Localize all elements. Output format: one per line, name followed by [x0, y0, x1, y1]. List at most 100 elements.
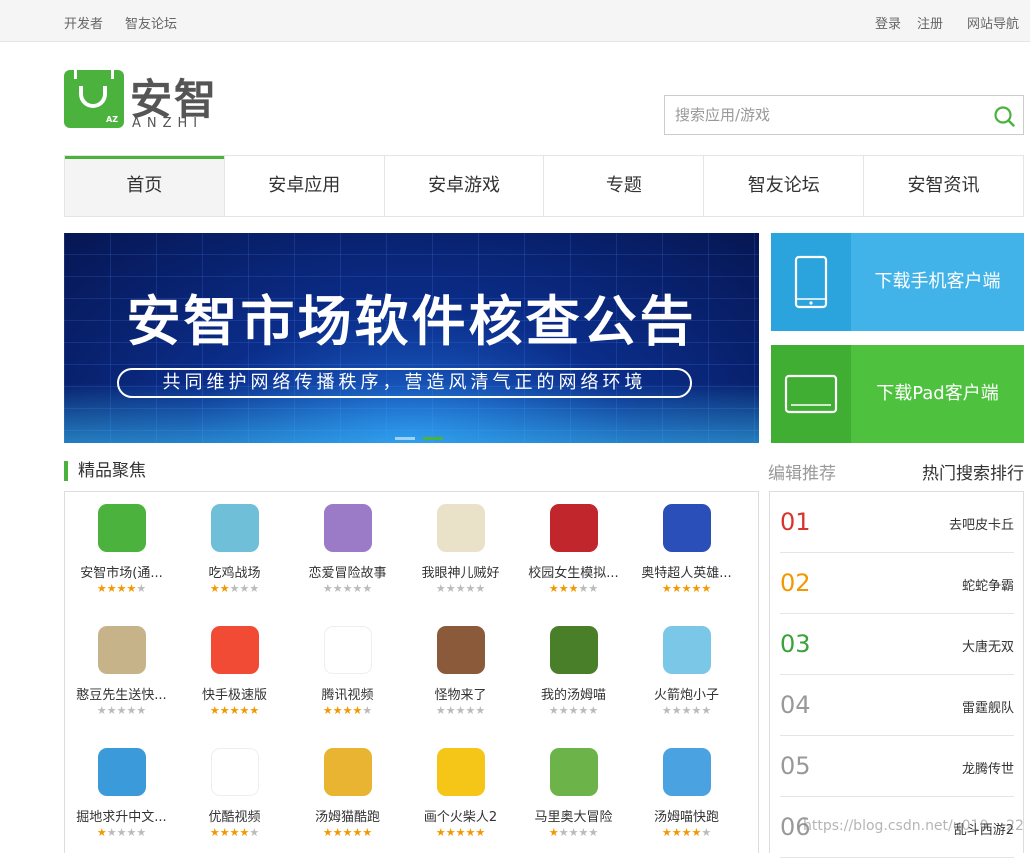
ranking-name[interactable]: 蛇蛇争霸	[962, 575, 1014, 594]
tab-home[interactable]: 首页	[65, 156, 224, 216]
ranking-name[interactable]: 大唐无双	[962, 636, 1014, 655]
app-card[interactable]: 画个火柴人2 ★★★★★	[404, 736, 517, 846]
love-story-icon[interactable]	[324, 504, 372, 552]
carousel-dot-active[interactable]	[423, 437, 443, 440]
app-name[interactable]: 校园女生模拟...	[517, 562, 630, 581]
app-name[interactable]: 怪物来了	[404, 684, 517, 703]
app-card[interactable]: 怪物来了 ★★★★★	[404, 614, 517, 724]
app-card[interactable]: 我的汤姆喵 ★★★★★	[517, 614, 630, 724]
rating-star: ★	[455, 582, 466, 595]
tab-android-games[interactable]: 安卓游戏	[383, 156, 544, 216]
banner-carousel[interactable]: 安智市场软件核查公告 共同维护网络传播秩序，营造风清气正的网络环境	[64, 233, 759, 443]
site-nav-link[interactable]: 网站导航	[967, 13, 1019, 32]
app-card[interactable]: 掘地求升中文... ★★★★★	[65, 736, 178, 846]
app-card[interactable]: 吃鸡战场 ★★★★★	[178, 492, 291, 602]
app-name[interactable]: 恋爱冒险故事	[291, 562, 404, 581]
school-girl-icon[interactable]	[550, 504, 598, 552]
rating-star: ★	[362, 704, 373, 717]
tom-gold-run-icon[interactable]	[324, 748, 372, 796]
rating-star: ★	[671, 582, 682, 595]
anzhi-market-icon[interactable]	[98, 504, 146, 552]
app-name[interactable]: 火箭炮小子	[630, 684, 743, 703]
app-name[interactable]: 我的汤姆喵	[517, 684, 630, 703]
mr-bean-icon[interactable]	[98, 626, 146, 674]
app-card[interactable]: 优酷视频 ★★★★★	[178, 736, 291, 846]
tab-editor-picks[interactable]: 编辑推荐	[768, 459, 836, 484]
youku-icon[interactable]	[211, 748, 259, 796]
magnifier-game-icon[interactable]	[437, 504, 485, 552]
tencent-video-icon[interactable]	[324, 626, 372, 674]
forum-link[interactable]: 智友论坛	[125, 13, 177, 32]
tab-forum[interactable]: 智友论坛	[703, 156, 863, 216]
tab-topics[interactable]: 专题	[543, 156, 703, 216]
monster-icon[interactable]	[437, 626, 485, 674]
rating-star: ★	[136, 582, 147, 595]
app-name[interactable]: 奥特超人英雄...	[630, 562, 743, 581]
app-card[interactable]: 马里奥大冒险 ★★★★★	[517, 736, 630, 846]
search-icon[interactable]	[993, 105, 1015, 127]
ranking-item[interactable]: 01 去吧皮卡丘	[780, 492, 1014, 553]
app-name[interactable]: 我眼神儿贼好	[404, 562, 517, 581]
search-input[interactable]	[665, 96, 985, 134]
login-link[interactable]: 登录	[875, 13, 901, 32]
app-name[interactable]: 马里奥大冒险	[517, 806, 630, 825]
app-card[interactable]: 恋爱冒险故事 ★★★★★	[291, 492, 404, 602]
ranking-number: 04	[780, 691, 811, 719]
app-card[interactable]: 汤姆喵快跑 ★★★★★	[630, 736, 743, 846]
app-name[interactable]: 汤姆喵快跑	[630, 806, 743, 825]
download-pad-client-button[interactable]: 下载Pad客户端	[771, 345, 1024, 443]
app-card[interactable]: 快手极速版 ★★★★★	[178, 614, 291, 724]
app-name[interactable]: 腾讯视频	[291, 684, 404, 703]
kuaishou-icon[interactable]	[211, 626, 259, 674]
register-link[interactable]: 注册	[917, 13, 943, 32]
app-name[interactable]: 画个火柴人2	[404, 806, 517, 825]
rocket-kid-icon[interactable]	[663, 626, 711, 674]
app-card[interactable]: 校园女生模拟... ★★★★★	[517, 492, 630, 602]
rating-star: ★	[239, 704, 250, 717]
ranking-name[interactable]: 雷霆舰队	[962, 697, 1014, 716]
app-card[interactable]: 安智市场(通... ★★★★★	[65, 492, 178, 602]
talking-tom-icon[interactable]	[550, 626, 598, 674]
ranking-item[interactable]: 04 雷霆舰队	[780, 675, 1014, 736]
rating-star: ★	[219, 704, 230, 717]
app-card[interactable]: 憨豆先生送快... ★★★★★	[65, 614, 178, 724]
app-card[interactable]: 火箭炮小子 ★★★★★	[630, 614, 743, 724]
tab-android-apps[interactable]: 安卓应用	[223, 156, 384, 216]
app-rating-stars: ★★★★★	[178, 826, 291, 839]
ranking-item[interactable]: 03 大唐无双	[780, 614, 1014, 675]
ranking-name[interactable]: 去吧皮卡丘	[949, 514, 1014, 533]
app-name[interactable]: 快手极速版	[178, 684, 291, 703]
rating-star: ★	[588, 582, 599, 595]
mario-adventure-icon[interactable]	[550, 748, 598, 796]
rating-star: ★	[362, 826, 373, 839]
app-name[interactable]: 掘地求升中文...	[65, 806, 178, 825]
ranking-number: 05	[780, 752, 811, 780]
app-rating-stars: ★★★★★	[404, 704, 517, 717]
tab-news[interactable]: 安智资讯	[863, 156, 1023, 216]
app-card[interactable]: 奥特超人英雄... ★★★★★	[630, 492, 743, 602]
featured-app-grid: 安智市场(通... ★★★★★ 吃鸡战场 ★★★★★ 恋爱冒险故事 ★★★★★ 我眼神儿贼好…	[64, 491, 759, 853]
developer-link[interactable]: 开发者	[64, 13, 103, 32]
app-card[interactable]: 我眼神儿贼好 ★★★★★	[404, 492, 517, 602]
search-box	[664, 95, 1024, 135]
ultraman-icon[interactable]	[663, 504, 711, 552]
tom-run-icon[interactable]	[663, 748, 711, 796]
app-card[interactable]: 腾讯视频 ★★★★★	[291, 614, 404, 724]
battleground-icon[interactable]	[211, 504, 259, 552]
app-card[interactable]: 汤姆猫酷跑 ★★★★★	[291, 736, 404, 846]
app-name[interactable]: 汤姆猫酷跑	[291, 806, 404, 825]
draw-stickman-icon[interactable]	[437, 748, 485, 796]
app-name[interactable]: 憨豆先生送快...	[65, 684, 178, 703]
ranking-item[interactable]: 02 蛇蛇争霸	[780, 553, 1014, 614]
carousel-dot[interactable]	[395, 437, 415, 440]
ranking-item[interactable]: 05 龙腾传世	[780, 736, 1014, 797]
getting-over-it-icon[interactable]	[98, 748, 146, 796]
tab-hot-search-ranking[interactable]: 热门搜索排行	[922, 459, 1024, 484]
download-phone-client-button[interactable]: 下载手机客户端	[771, 233, 1024, 331]
anzhi-logo[interactable]: AZ 安智 ANZHI	[64, 65, 234, 132]
rating-star: ★	[588, 704, 599, 717]
ranking-name[interactable]: 龙腾传世	[962, 758, 1014, 777]
app-name[interactable]: 优酷视频	[178, 806, 291, 825]
app-name[interactable]: 吃鸡战场	[178, 562, 291, 581]
app-name[interactable]: 安智市场(通...	[65, 562, 178, 581]
